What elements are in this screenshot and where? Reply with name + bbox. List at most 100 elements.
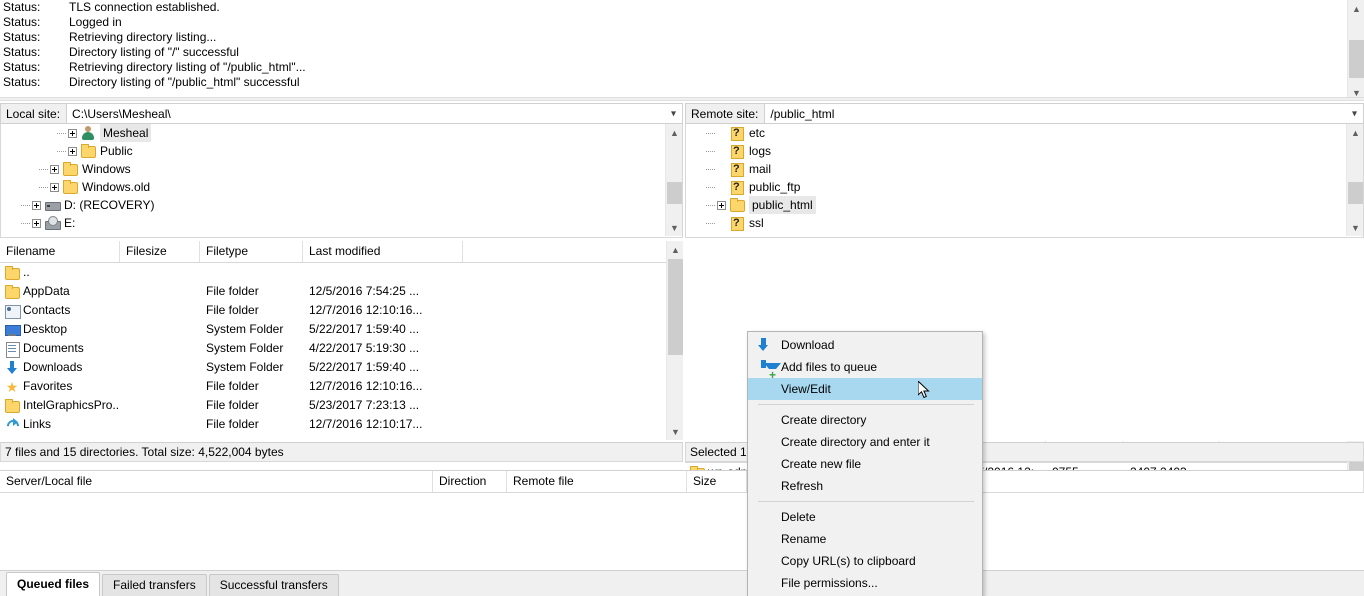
file-size-cell	[120, 320, 200, 339]
expand-node-icon[interactable]	[32, 218, 41, 228]
context-menu-item-label: Refresh	[781, 479, 824, 493]
expand-node-icon[interactable]	[50, 182, 59, 192]
local-file-row[interactable]: IntelGraphicsPro... File folder 5/23/2017 …	[0, 396, 683, 415]
tree-item-label: D: (RECOVERY)	[64, 198, 155, 212]
column-header-filename[interactable]: Filename	[0, 241, 120, 262]
tab-successful-transfers[interactable]: Successful transfers	[208, 574, 339, 596]
file-modified-cell: 12/7/2016 12:10:16...	[309, 379, 423, 393]
expand-node-icon[interactable]	[68, 128, 77, 138]
local-file-rows[interactable]: .. AppData File folder 12/5/2016 7:54:25 ..…	[0, 263, 683, 434]
remote-file-context-menu[interactable]: Download Add files to queue View/Edit Creat…	[747, 331, 983, 596]
tree-connector	[21, 222, 30, 224]
scroll-up-icon[interactable]: ▲	[1348, 0, 1364, 17]
local-tree-item[interactable]: Windows.old	[1, 178, 682, 196]
remote-tree-item[interactable]: etc	[686, 124, 1363, 142]
file-name-label: Favorites	[23, 379, 73, 393]
local-tree-item[interactable]: D: (RECOVERY)	[1, 196, 682, 214]
local-file-row[interactable]: Desktop System Folder 5/22/2017 1:59:40 ..…	[0, 320, 683, 339]
context-menu-item-file-permissions[interactable]: File permissions...	[748, 572, 982, 594]
context-menu-item-create-new-file[interactable]: Create new file	[748, 453, 982, 475]
context-menu-item-create-directory-and-enter-it[interactable]: Create directory and enter it	[748, 431, 982, 453]
folder-icon	[4, 284, 20, 300]
context-menu-item-copy-url-s-to-clipboard[interactable]: Copy URL(s) to clipboard	[748, 550, 982, 572]
filezilla-window: Status: TLS connection established. Status…	[0, 0, 1364, 596]
local-tree-item[interactable]: E:	[1, 214, 682, 232]
status-log-scrollbar[interactable]: ▲ ▼	[1347, 0, 1364, 101]
queue-add-icon	[756, 359, 782, 381]
expand-node-icon[interactable]	[717, 200, 726, 210]
expand-node-icon[interactable]	[32, 200, 41, 210]
local-list-scrollbar[interactable]: ▲ ▼	[666, 241, 683, 440]
scroll-up-icon[interactable]: ▲	[667, 241, 683, 258]
context-menu-item-add-files-to-queue[interactable]: Add files to queue	[748, 356, 982, 381]
remote-tree-item[interactable]: public_ftp	[686, 178, 1363, 196]
scroll-up-icon[interactable]: ▲	[1347, 124, 1363, 141]
local-path-combo[interactable]: C:\Users\Mesheal\ ▾	[66, 103, 683, 124]
tab-queued-files[interactable]: Queued files	[6, 572, 101, 596]
tree-item-label: etc	[749, 126, 766, 140]
expand-node-icon[interactable]	[50, 164, 59, 174]
local-tree-item[interactable]: Mesheal	[1, 124, 682, 142]
tab-failed-transfers[interactable]: Failed transfers	[102, 574, 207, 596]
local-status-bar: 7 files and 15 directories. Total size: …	[0, 442, 683, 462]
local-file-row[interactable]: Documents System Folder 4/22/2017 5:19:30 …	[0, 339, 683, 358]
remote-tree-scrollbar[interactable]: ▲ ▼	[1346, 124, 1363, 236]
star-icon	[4, 379, 20, 395]
column-header-size[interactable]: Size	[687, 471, 747, 492]
file-type-cell	[200, 263, 303, 282]
local-file-row[interactable]: Favorites File folder 12/7/2016 12:10:16..…	[0, 377, 683, 396]
remote-tree-item[interactable]: public_html	[686, 196, 1363, 214]
scroll-down-icon[interactable]: ▼	[666, 219, 682, 236]
file-modified-cell: 12/7/2016 12:10:16...	[309, 303, 423, 317]
file-size-cell	[120, 358, 200, 377]
status-log-row: Status: Directory listing of "/public_htm…	[0, 75, 1364, 90]
context-menu-item-rename[interactable]: Rename	[748, 528, 982, 550]
column-header-filetype[interactable]: Filetype	[200, 241, 303, 262]
local-file-list[interactable]: Filename Filesize Filetype Last modified…	[0, 241, 683, 441]
scroll-down-icon[interactable]: ▼	[667, 423, 683, 440]
local-tree-scrollbar[interactable]: ▲ ▼	[665, 124, 682, 236]
local-file-row[interactable]: Downloads System Folder 5/22/2017 1:59:40 …	[0, 358, 683, 377]
local-file-row[interactable]: Contacts File folder 12/7/2016 12:10:16...	[0, 301, 683, 320]
status-log-message: Logged in	[69, 15, 122, 29]
remote-directory-tree[interactable]: etc logs mail public_ftp public_htmlssl ▲ ▼	[685, 124, 1364, 238]
file-modified-cell	[303, 263, 463, 282]
unknown-folder-icon	[729, 125, 745, 141]
context-menu-item-create-directory[interactable]: Create directory	[748, 409, 982, 431]
scroll-up-icon[interactable]: ▲	[666, 124, 682, 141]
expand-node-icon[interactable]	[68, 146, 77, 156]
local-file-row[interactable]: ..	[0, 263, 683, 282]
scrollbar-thumb[interactable]	[668, 259, 683, 355]
local-file-row[interactable]: AppData File folder 12/5/2016 7:54:25 ...	[0, 282, 683, 301]
column-header-last-modified[interactable]: Last modified	[303, 241, 463, 262]
column-header-remote-file[interactable]: Remote file	[507, 471, 687, 492]
log-splitter[interactable]	[0, 97, 1364, 101]
remote-tree-item[interactable]: ssl	[686, 214, 1363, 232]
remote-tree-item[interactable]: logs	[686, 142, 1363, 160]
context-menu-item-delete[interactable]: Delete	[748, 506, 982, 528]
scrollbar-thumb[interactable]	[667, 182, 682, 204]
remote-tree-item[interactable]: mail	[686, 160, 1363, 178]
scroll-down-icon[interactable]: ▼	[1347, 219, 1363, 236]
context-menu-item-refresh[interactable]: Refresh	[748, 475, 982, 497]
status-log-message: Directory listing of "/public_html" succ…	[69, 75, 300, 89]
tree-connector	[706, 222, 715, 224]
chevron-down-icon[interactable]: ▾	[1352, 108, 1357, 119]
remote-site-label: Remote site:	[685, 103, 765, 124]
remote-path-combo[interactable]: /public_html ▾	[764, 103, 1364, 124]
column-header-filesize[interactable]: Filesize	[120, 241, 200, 262]
local-site-label: Local site:	[0, 103, 67, 124]
file-name-cell: AppData	[0, 282, 120, 301]
column-header-server-local-file[interactable]: Server/Local file	[0, 471, 433, 492]
download-arrow-icon	[756, 337, 772, 353]
scrollbar-thumb[interactable]	[1348, 182, 1363, 204]
local-tree-item[interactable]: Windows	[1, 160, 682, 178]
local-directory-tree[interactable]: Mesheal Public Windows Windows.old D: (RECOV…	[0, 124, 683, 238]
local-file-row[interactable]: Links File folder 12/7/2016 12:10:17...	[0, 415, 683, 434]
chevron-down-icon[interactable]: ▾	[671, 108, 676, 119]
context-menu-item-view-edit[interactable]: View/Edit	[748, 378, 982, 400]
local-tree-item[interactable]: Public	[1, 142, 682, 160]
context-menu-item-download[interactable]: Download	[748, 334, 982, 356]
scrollbar-thumb[interactable]	[1349, 40, 1364, 78]
column-header-direction[interactable]: Direction	[433, 471, 507, 492]
